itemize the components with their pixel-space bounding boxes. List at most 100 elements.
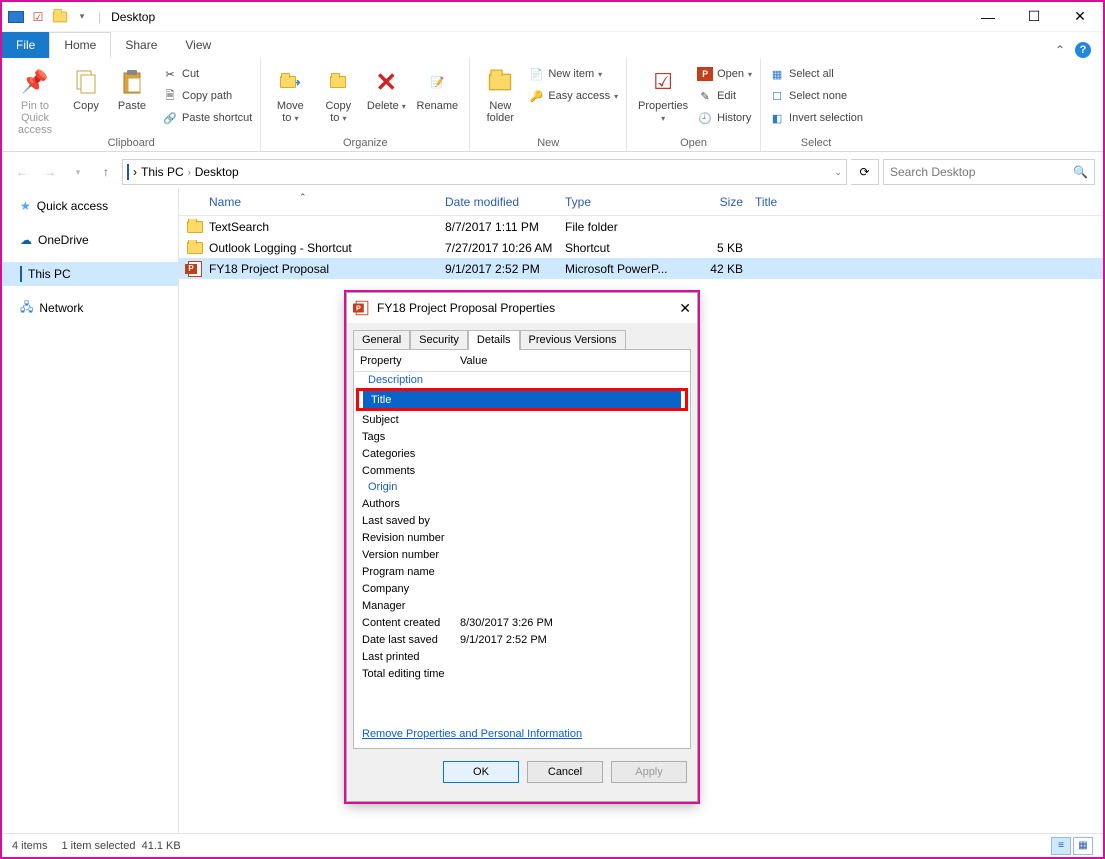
move-to-button[interactable]: ➜ Move to ▾	[269, 64, 311, 124]
properties-button[interactable]: ☑ Properties ▾	[635, 64, 691, 124]
file-tab[interactable]: File	[2, 32, 49, 58]
help-icon[interactable]: ?	[1075, 42, 1091, 58]
copy-to-button[interactable]: Copy to ▾	[317, 64, 359, 124]
pin-to-quick-access-button[interactable]: 📌 Pin to Quick access	[10, 64, 60, 136]
scissors-icon: ✂	[162, 66, 178, 82]
cut-button[interactable]: ✂Cut	[162, 64, 252, 84]
ribbon-group-clipboard: 📌 Pin to Quick access Copy Paste ✂Cut 🗎C…	[2, 58, 261, 151]
nav-network[interactable]: 🖧Network	[2, 296, 178, 320]
qat-properties-icon[interactable]: ☑	[28, 7, 48, 27]
breadcrumb-dropdown-icon[interactable]: ⌄	[834, 167, 842, 178]
ribbon-group-label: Open	[627, 137, 760, 149]
nav-recent-button[interactable]: ▾	[66, 160, 90, 184]
ok-button[interactable]: OK	[443, 761, 519, 783]
edit-button[interactable]: ✎Edit	[697, 86, 752, 106]
powerpoint-icon	[187, 261, 203, 277]
maximize-button[interactable]: ☐	[1011, 2, 1057, 32]
search-icon: 🔍	[1073, 165, 1088, 179]
paste-button[interactable]: Paste	[112, 64, 152, 112]
easy-access-button[interactable]: 🔑Easy access ▾	[528, 86, 618, 106]
edit-icon: ✎	[697, 88, 713, 104]
open-button[interactable]: POpen ▾	[697, 64, 752, 84]
tab-general[interactable]: General	[353, 330, 410, 350]
nav-quick-access[interactable]: ★Quick access	[2, 194, 178, 218]
share-tab[interactable]: Share	[111, 32, 171, 58]
ribbon-group-label: Clipboard	[2, 137, 260, 149]
col-title[interactable]: Title	[749, 195, 934, 209]
remove-properties-link[interactable]: Remove Properties and Personal Informati…	[362, 728, 582, 740]
property-row-title[interactable]: Title	[363, 391, 681, 408]
property-row[interactable]: Tags	[354, 428, 690, 445]
paste-icon	[116, 66, 148, 98]
property-col-name[interactable]: Property	[354, 355, 454, 367]
close-button[interactable]: ✕	[1057, 2, 1103, 32]
list-item[interactable]: Outlook Logging - Shortcut 7/27/2017 10:…	[179, 237, 1103, 258]
property-row[interactable]: Total editing time	[354, 665, 690, 682]
view-tab[interactable]: View	[171, 32, 225, 58]
property-row[interactable]: Date last saved9/1/2017 2:52 PM	[354, 631, 690, 648]
nav-up-button[interactable]: ↑	[94, 160, 118, 184]
qat-newfolder-icon[interactable]	[50, 7, 70, 27]
dialog-close-button[interactable]: ✕	[679, 300, 691, 317]
apply-button[interactable]: Apply	[611, 761, 687, 783]
property-row[interactable]: Categories	[354, 445, 690, 462]
property-row[interactable]: Company	[354, 580, 690, 597]
paste-shortcut-button[interactable]: 🔗Paste shortcut	[162, 108, 252, 128]
property-row[interactable]: Last printed	[354, 648, 690, 665]
tab-details[interactable]: Details	[468, 330, 520, 350]
col-name[interactable]: Name⌃	[179, 195, 439, 209]
section-description: Description	[354, 372, 690, 388]
select-all-button[interactable]: ▦Select all	[769, 64, 863, 84]
move-to-icon: ➜	[274, 66, 306, 98]
breadcrumb-root-icon	[127, 165, 129, 179]
nav-onedrive[interactable]: ☁OneDrive	[2, 228, 178, 252]
rename-button[interactable]: 📝 Rename	[413, 64, 461, 112]
cancel-button[interactable]: Cancel	[527, 761, 603, 783]
star-icon: ★	[20, 199, 31, 213]
property-row[interactable]: Authors	[354, 495, 690, 512]
breadcrumb-thispc[interactable]: This PC›	[141, 165, 191, 179]
delete-button[interactable]: ✕ Delete ▾	[365, 64, 407, 112]
status-item-count: 4 items	[12, 840, 47, 852]
column-headers[interactable]: Name⌃ Date modified Type Size Title	[179, 188, 1103, 216]
refresh-button[interactable]: ⟳	[851, 159, 879, 185]
new-item-button[interactable]: 📄New item ▾	[528, 64, 618, 84]
minimize-button[interactable]: —	[965, 2, 1011, 32]
dialog-title: FY18 Project Proposal Properties	[377, 301, 555, 315]
property-col-value[interactable]: Value	[454, 355, 690, 367]
home-tab[interactable]: Home	[49, 32, 111, 58]
property-row[interactable]: Version number	[354, 546, 690, 563]
history-button[interactable]: 🕘History	[697, 108, 752, 128]
select-none-button[interactable]: ☐Select none	[769, 86, 863, 106]
nav-forward-button[interactable]: →	[38, 160, 62, 184]
property-row[interactable]: Comments	[354, 462, 690, 479]
property-row[interactable]: Manager	[354, 597, 690, 614]
list-item-selected[interactable]: FY18 Project Proposal 9/1/2017 2:52 PM M…	[179, 258, 1103, 279]
qat-customize-icon[interactable]: ▾	[72, 7, 92, 27]
ribbon-collapse-icon[interactable]: ⌃	[1055, 43, 1065, 57]
explorer-window: ☑ ▾ | Desktop — ☐ ✕ File Home Share View…	[0, 0, 1105, 859]
col-type[interactable]: Type	[559, 195, 679, 209]
breadcrumb[interactable]: › This PC› Desktop ⌄	[122, 159, 847, 185]
property-row[interactable]: Program name	[354, 563, 690, 580]
nav-back-button[interactable]: ←	[10, 160, 34, 184]
nav-this-pc[interactable]: This PC	[2, 262, 178, 286]
thumbnails-view-button[interactable]: ▦	[1073, 837, 1093, 855]
col-size[interactable]: Size	[679, 195, 749, 209]
search-input[interactable]: Search Desktop 🔍	[883, 159, 1095, 185]
tab-security[interactable]: Security	[410, 330, 468, 350]
copy-button[interactable]: Copy	[66, 64, 106, 112]
property-row[interactable]: Subject	[354, 411, 690, 428]
tab-previous-versions[interactable]: Previous Versions	[520, 330, 626, 350]
copy-path-button[interactable]: 🗎Copy path	[162, 86, 252, 106]
list-item[interactable]: TextSearch 8/7/2017 1:11 PM File folder	[179, 216, 1103, 237]
col-date[interactable]: Date modified	[439, 195, 559, 209]
invert-selection-button[interactable]: ◧Invert selection	[769, 108, 863, 128]
details-view-button[interactable]: ≡	[1051, 837, 1071, 855]
property-row[interactable]: Content created8/30/2017 3:26 PM	[354, 614, 690, 631]
property-list[interactable]: Description Title Subject Tags Categorie…	[354, 372, 690, 692]
breadcrumb-desktop[interactable]: Desktop	[195, 165, 239, 179]
new-folder-button[interactable]: New folder	[478, 64, 522, 124]
property-row[interactable]: Revision number	[354, 529, 690, 546]
property-row[interactable]: Last saved by	[354, 512, 690, 529]
